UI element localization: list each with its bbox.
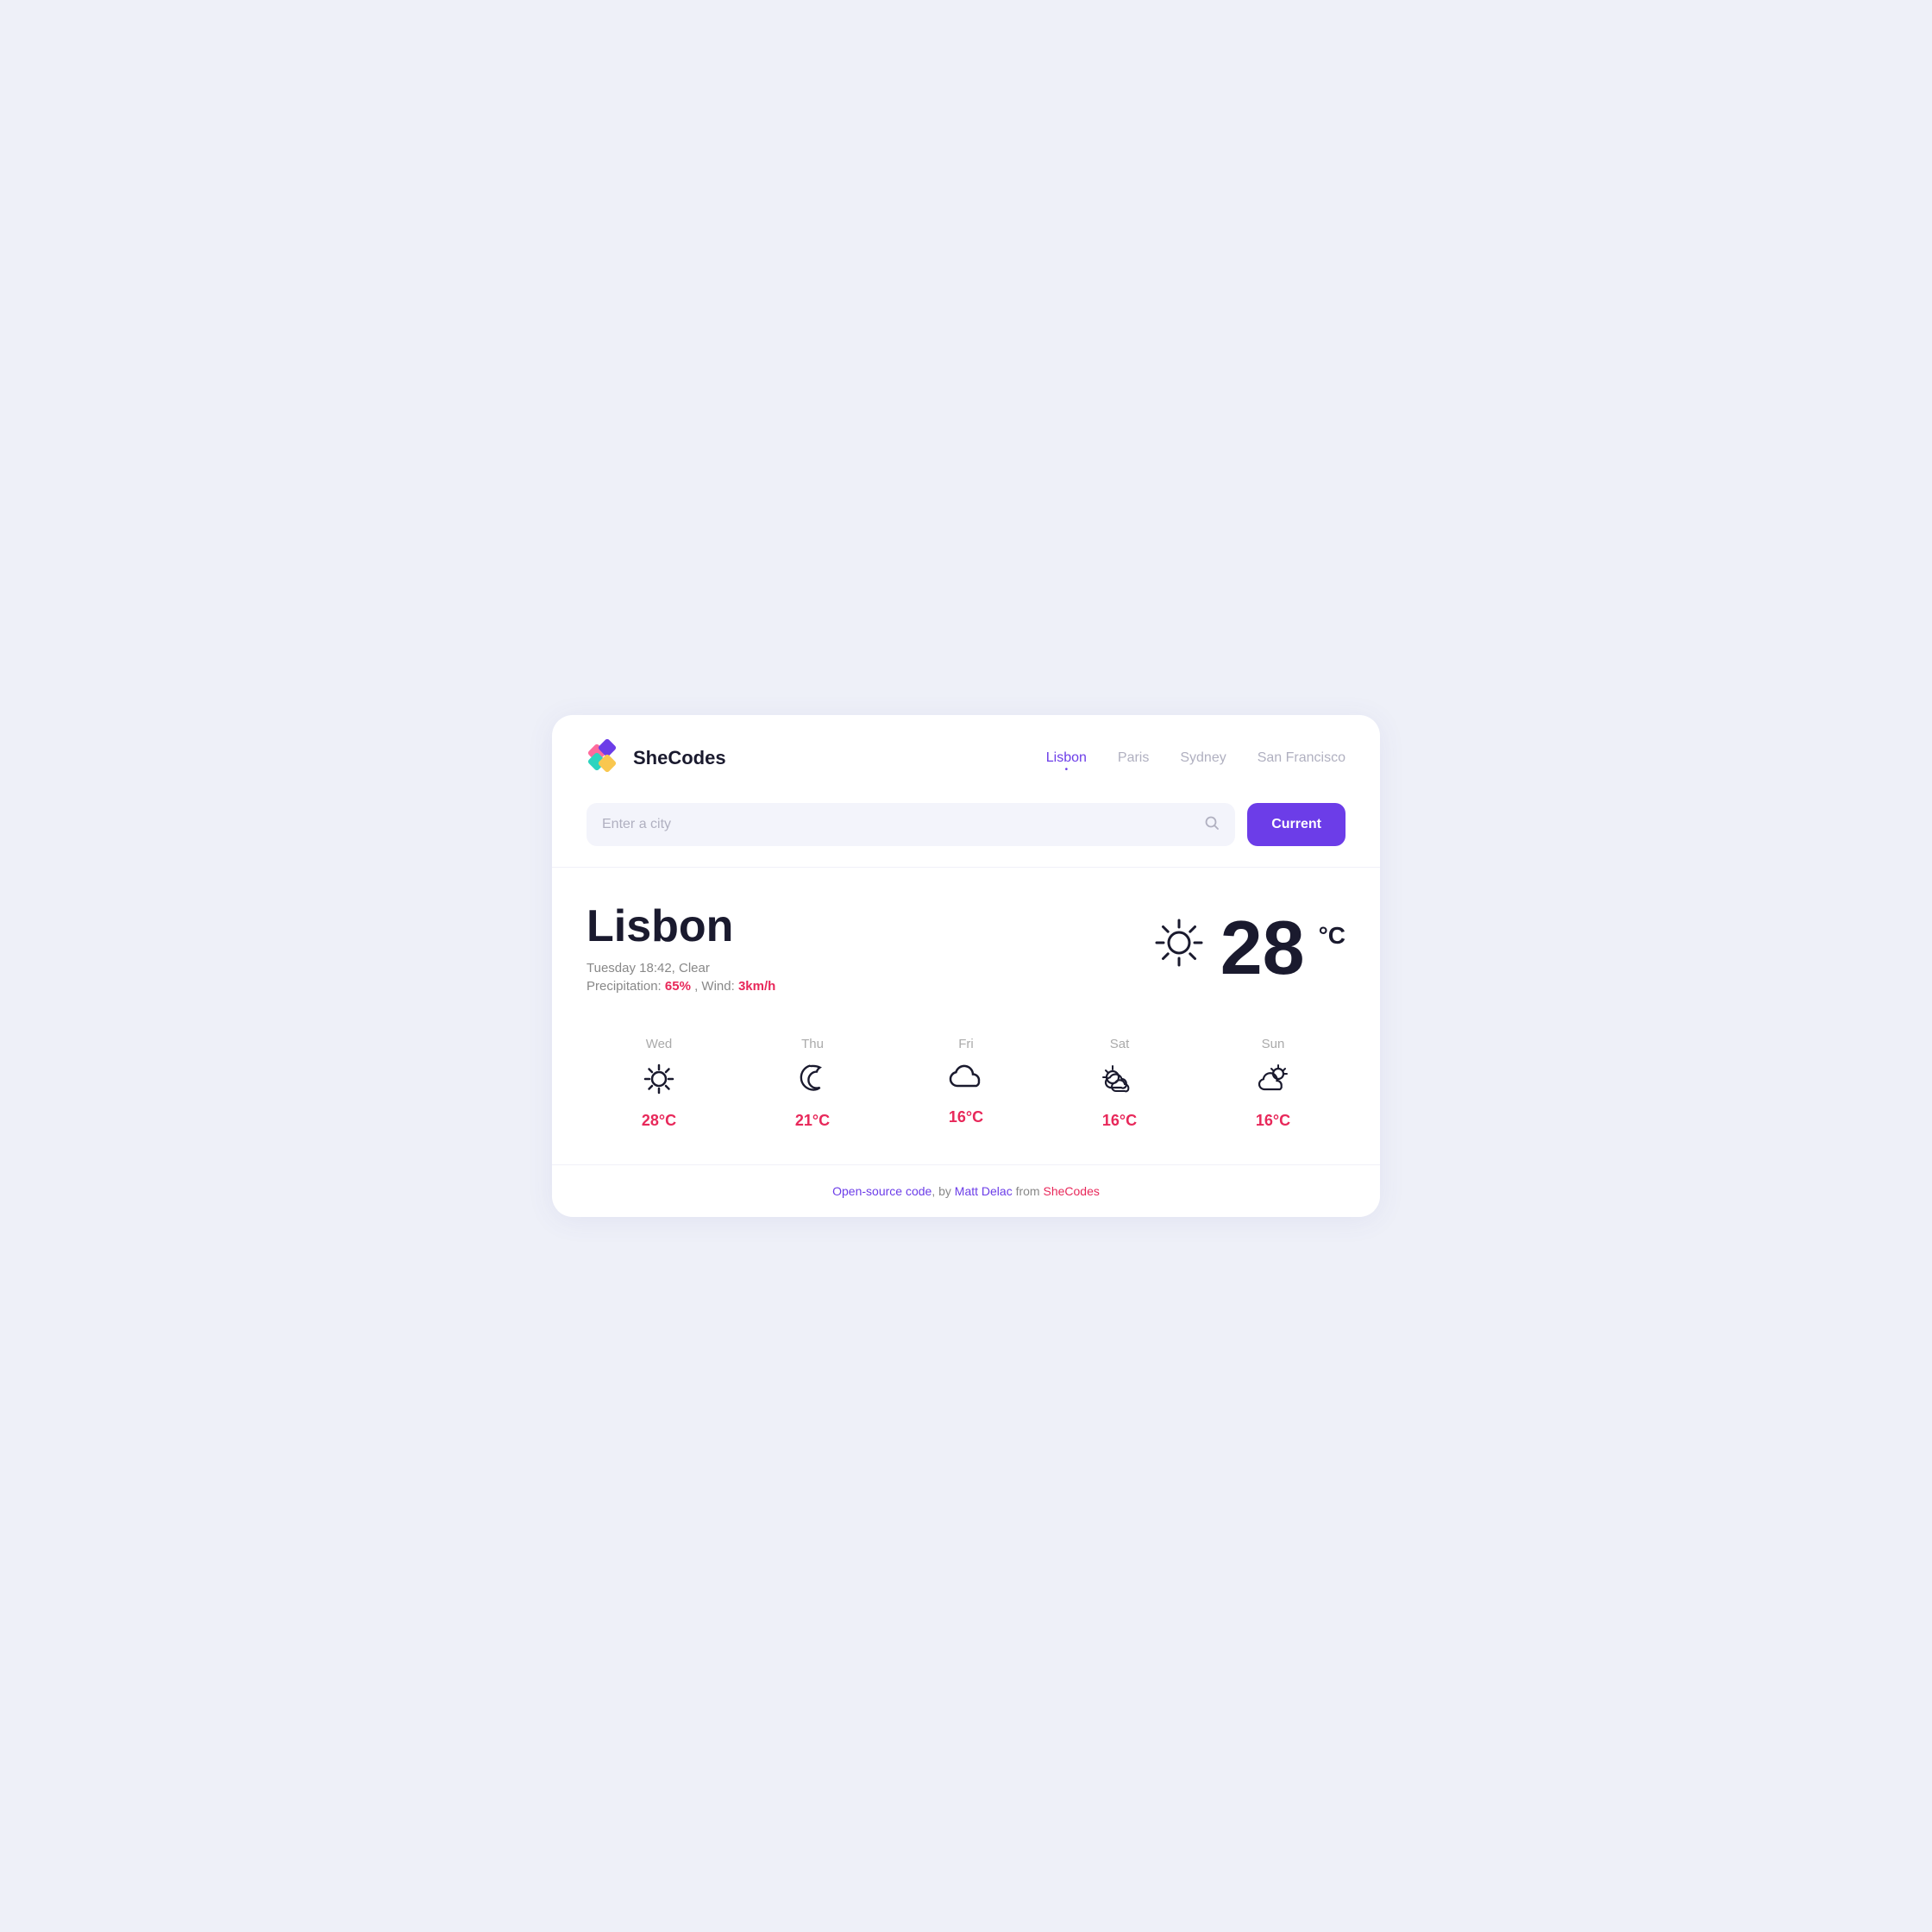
temperature-value: 28 bbox=[1220, 910, 1305, 986]
footer-open-source[interactable]: Open-source code bbox=[832, 1184, 932, 1198]
header: SheCodes Lisbon Paris Sydney San Francis… bbox=[552, 715, 1380, 794]
search-section: Current bbox=[552, 794, 1380, 867]
forecast-icon-sun bbox=[1252, 1062, 1294, 1101]
nav-item-paris[interactable]: Paris bbox=[1118, 750, 1149, 766]
city-name: Lisbon bbox=[586, 902, 775, 951]
forecast-day-fri: Fri 16°C bbox=[894, 1037, 1038, 1130]
footer-by: , by bbox=[932, 1184, 954, 1198]
current-weather-icon bbox=[1151, 915, 1207, 982]
search-icon bbox=[1204, 815, 1220, 835]
temperature-unit: °C bbox=[1319, 922, 1346, 950]
forecast-temp-thu: 21°C bbox=[795, 1112, 830, 1130]
main-nav: Lisbon Paris Sydney San Francisco bbox=[1046, 750, 1346, 766]
nav-item-san-francisco[interactable]: San Francisco bbox=[1258, 750, 1346, 766]
weather-detail: Precipitation: 65% , Wind: 3km/h bbox=[586, 979, 775, 994]
forecast-day-wed: Wed 28°C bbox=[586, 1037, 731, 1130]
forecast-day-sun: Sun 16°C bbox=[1201, 1037, 1346, 1130]
forecast-day-name-fri: Fri bbox=[958, 1037, 974, 1051]
footer-from: from bbox=[1013, 1184, 1044, 1198]
weather-main: Lisbon Tuesday 18:42, Clear Precipitatio… bbox=[552, 868, 1380, 1010]
forecast-icon-sat bbox=[1099, 1062, 1140, 1101]
forecast-day-thu: Thu 21°C bbox=[740, 1037, 885, 1130]
logo-icon bbox=[586, 739, 624, 777]
nav-item-sydney[interactable]: Sydney bbox=[1180, 750, 1226, 766]
forecast-day-sat: Sat 16°C bbox=[1047, 1037, 1192, 1130]
forecast-day-name-sun: Sun bbox=[1262, 1037, 1285, 1051]
city-info: Lisbon Tuesday 18:42, Clear Precipitatio… bbox=[586, 902, 775, 993]
logo: SheCodes bbox=[586, 739, 726, 777]
forecast-icon-fri bbox=[947, 1062, 985, 1098]
main-card: SheCodes Lisbon Paris Sydney San Francis… bbox=[552, 715, 1380, 1216]
footer: Open-source code, by Matt Delac from She… bbox=[552, 1165, 1380, 1217]
wind-value: 3km/h bbox=[738, 979, 775, 994]
footer-brand[interactable]: SheCodes bbox=[1043, 1184, 1099, 1198]
precipitation-label: Precipitation: bbox=[586, 979, 662, 994]
search-wrapper bbox=[586, 803, 1235, 846]
wind-label: , Wind: bbox=[694, 979, 738, 994]
weather-description: Tuesday 18:42, Clear bbox=[586, 961, 775, 975]
forecast-icon-thu bbox=[795, 1062, 830, 1101]
nav-item-lisbon[interactable]: Lisbon bbox=[1046, 750, 1087, 766]
forecast-icon-wed bbox=[642, 1062, 676, 1101]
logo-text: SheCodes bbox=[633, 747, 726, 769]
precipitation-value: 65% bbox=[665, 979, 691, 994]
forecast-temp-sun: 16°C bbox=[1256, 1112, 1290, 1130]
forecast-temp-wed: 28°C bbox=[642, 1112, 676, 1130]
forecast-day-name-thu: Thu bbox=[801, 1037, 824, 1051]
forecast-day-name-sat: Sat bbox=[1110, 1037, 1130, 1051]
forecast-temp-fri: 16°C bbox=[949, 1108, 983, 1126]
forecast-section: Wed 28°C Thu bbox=[552, 1011, 1380, 1164]
temperature-display: 28 °C bbox=[1151, 910, 1346, 986]
current-button[interactable]: Current bbox=[1247, 803, 1346, 846]
search-input[interactable] bbox=[602, 803, 1194, 846]
forecast-day-name-wed: Wed bbox=[646, 1037, 673, 1051]
footer-author[interactable]: Matt Delac bbox=[955, 1184, 1013, 1198]
forecast-temp-sat: 16°C bbox=[1102, 1112, 1137, 1130]
